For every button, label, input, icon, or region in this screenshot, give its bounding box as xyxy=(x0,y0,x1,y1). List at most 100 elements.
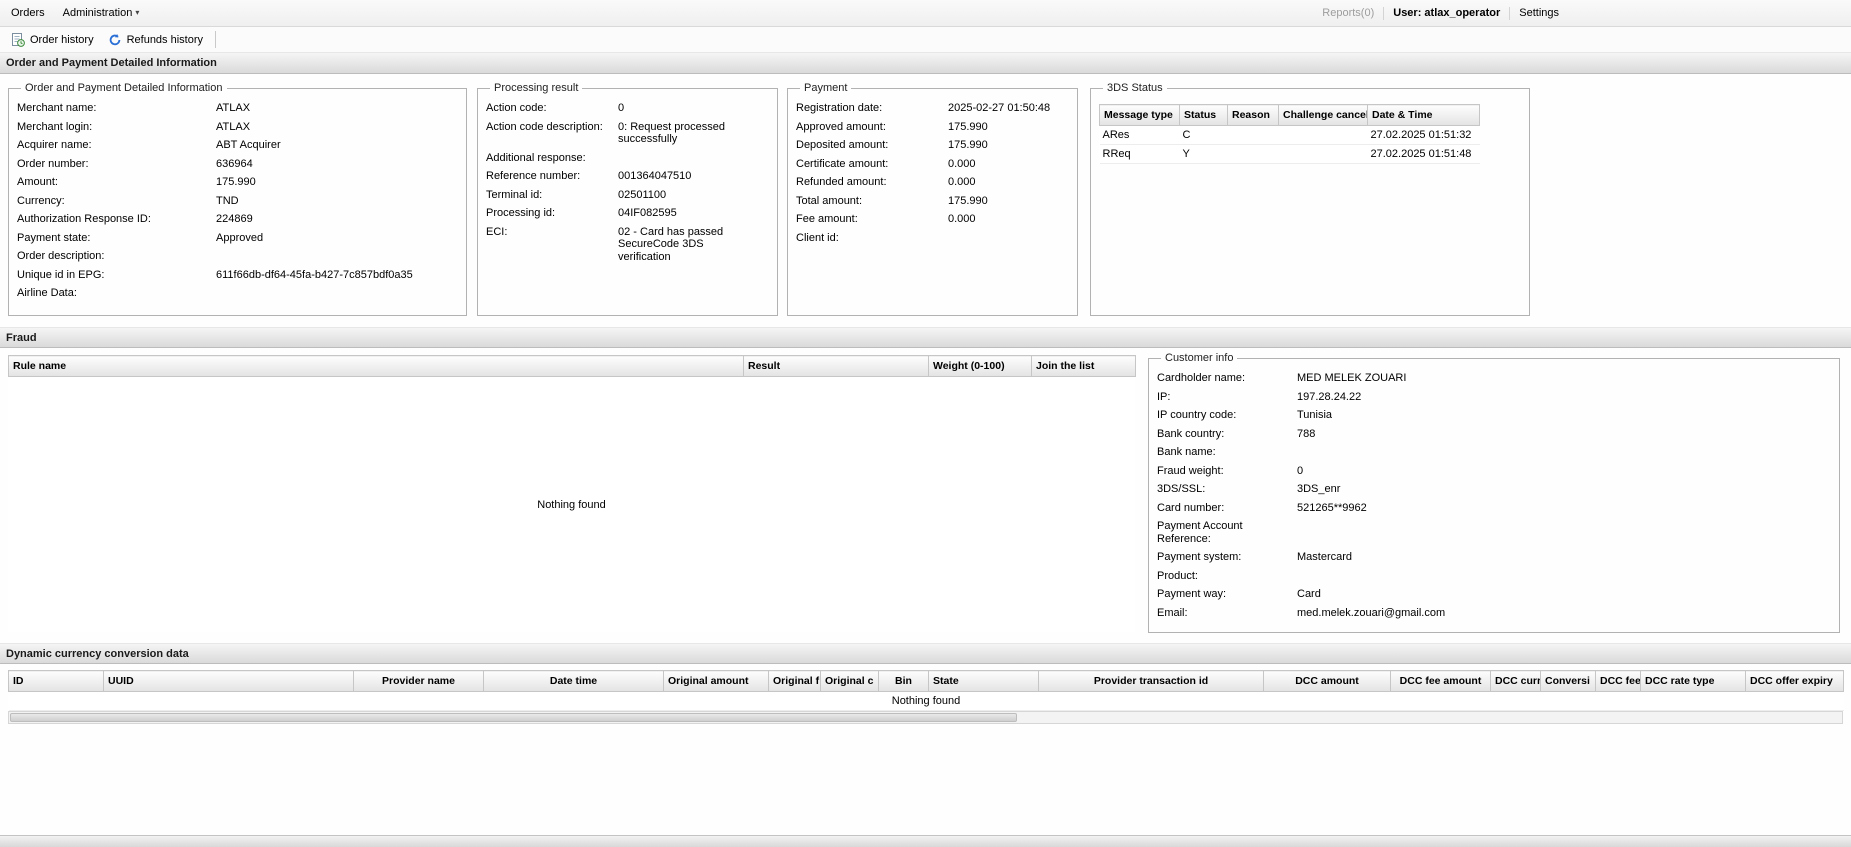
field-value: Tunisia xyxy=(1297,409,1831,422)
customer-info-legend: Customer info xyxy=(1161,352,1237,364)
menu-reports[interactable]: Reports(0) xyxy=(1313,0,1383,26)
field-row: Refunded amount:0.000 xyxy=(796,176,1069,189)
field-row: Payment way:Card xyxy=(1157,588,1831,601)
column-header-original-fee[interactable]: Original f xyxy=(769,671,821,692)
column-header-conversion-rate[interactable]: Conversi xyxy=(1541,671,1596,692)
fraud-region: Rule name Result Weight (0-100) Join the… xyxy=(0,348,1851,643)
menu-administration-label: Administration xyxy=(63,7,133,19)
column-header-result[interactable]: Result xyxy=(744,356,929,377)
column-header-status[interactable]: Status xyxy=(1180,105,1228,126)
order-history-label: Order history xyxy=(30,34,94,46)
column-header-rule-name[interactable]: Rule name xyxy=(9,356,744,377)
field-label: Order description: xyxy=(17,250,216,263)
field-value: ABT Acquirer xyxy=(216,139,458,152)
column-header-message-type[interactable]: Message type xyxy=(1100,105,1180,126)
menu-orders[interactable]: Orders xyxy=(2,0,54,26)
field-row: Approved amount:175.990 xyxy=(796,121,1069,134)
field-value xyxy=(948,232,1069,245)
column-header-reason[interactable]: Reason xyxy=(1228,105,1279,126)
field-value: ATLAX xyxy=(216,121,458,134)
cell-challenge-cancel xyxy=(1279,145,1368,164)
column-header-weight[interactable]: Weight (0-100) xyxy=(929,356,1032,377)
field-value: 04IF082595 xyxy=(618,207,732,220)
field-label: Registration date: xyxy=(796,102,948,115)
order-history-button[interactable]: Order history xyxy=(4,31,101,49)
payment-legend: Payment xyxy=(800,82,851,94)
field-label: Merchant name: xyxy=(17,102,216,115)
column-header-date-time[interactable]: Date & Time xyxy=(1368,105,1480,126)
field-value xyxy=(1297,446,1831,459)
field-row: Bank name: xyxy=(1157,446,1831,459)
field-row: ECI:02 - Card has passed SecureCode 3DS … xyxy=(486,226,769,264)
table-row[interactable]: RReq Y 27.02.2025 01:51:48 xyxy=(1100,145,1480,164)
field-row: Action code description:0: Request proce… xyxy=(486,121,769,146)
field-row: Deposited amount:175.990 xyxy=(796,139,1069,152)
field-row: Merchant login:ATLAX xyxy=(17,121,458,134)
field-label: Amount: xyxy=(17,176,216,189)
horizontal-scrollbar[interactable] xyxy=(8,711,1843,724)
field-row: Bank country:788 xyxy=(1157,428,1831,441)
cell-message-type: ARes xyxy=(1100,126,1180,145)
field-value: 175.990 xyxy=(948,139,1069,152)
field-label: Payment state: xyxy=(17,232,216,245)
menu-settings[interactable]: Settings xyxy=(1510,0,1568,26)
field-row: Registration date:2025-02-27 01:50:48 xyxy=(796,102,1069,115)
column-header-challenge-cancel[interactable]: Challenge cancel xyxy=(1279,105,1368,126)
column-header-bin[interactable]: Bin xyxy=(879,671,929,692)
menu-administration[interactable]: Administration▾ xyxy=(54,0,149,26)
field-label: Processing id: xyxy=(486,207,618,220)
column-header-dcc-offer-expiry[interactable]: DCC offer expiry xyxy=(1746,671,1844,692)
scrollbar-thumb[interactable] xyxy=(10,713,1017,722)
field-value: 175.990 xyxy=(948,195,1069,208)
refunds-history-icon xyxy=(108,33,122,47)
field-label: Currency: xyxy=(17,195,216,208)
order-info-fieldset: Order and Payment Detailed Information M… xyxy=(8,82,467,316)
refunds-history-button[interactable]: Refunds history xyxy=(101,31,210,49)
column-header-join-the-list[interactable]: Join the list xyxy=(1032,356,1136,377)
menubar-right-group: Reports(0) User: atlax_operator Settings xyxy=(1313,0,1568,26)
refunds-history-label: Refunds history xyxy=(127,34,203,46)
column-header-uuid[interactable]: UUID xyxy=(104,671,354,692)
field-label: Deposited amount: xyxy=(796,139,948,152)
field-row: 3DS/SSL:3DS_enr xyxy=(1157,483,1831,496)
field-value: Mastercard xyxy=(1297,551,1831,564)
field-label: Fraud weight: xyxy=(1157,465,1297,478)
field-row: Client id: xyxy=(796,232,1069,245)
field-row: Action code:0 xyxy=(486,102,769,115)
column-header-provider-transaction-id[interactable]: Provider transaction id xyxy=(1039,671,1264,692)
details-panels: Order and Payment Detailed Information M… xyxy=(0,74,1851,327)
field-label: Refunded amount: xyxy=(796,176,948,189)
dcc-section-bar: Dynamic currency conversion data xyxy=(0,643,1851,664)
column-header-dcc-amount[interactable]: DCC amount xyxy=(1264,671,1391,692)
field-row: Total amount:175.990 xyxy=(796,195,1069,208)
column-header-id[interactable]: ID xyxy=(9,671,104,692)
column-header-dcc-currency[interactable]: DCC curr xyxy=(1491,671,1541,692)
processing-result-fieldset: Processing result Action code:0 Action c… xyxy=(477,82,778,316)
user-label: User: atlax_operator xyxy=(1384,0,1509,26)
field-value: 175.990 xyxy=(216,176,458,189)
field-value xyxy=(1297,570,1831,583)
field-row: Unique id in EPG:611f66db-df64-45fa-b427… xyxy=(17,269,458,282)
column-header-original-currency[interactable]: Original c xyxy=(821,671,879,692)
field-value: 02 - Card has passed SecureCode 3DS veri… xyxy=(618,226,732,264)
field-row: IP country code:Tunisia xyxy=(1157,409,1831,422)
dcc-header-row: ID UUID Provider name Date time Original… xyxy=(9,671,1844,692)
tds-header-row: Message type Status Reason Challenge can… xyxy=(1100,105,1480,126)
column-header-dcc-fee[interactable]: DCC fee xyxy=(1596,671,1641,692)
toolbar-divider xyxy=(215,31,216,48)
field-value: MED MELEK ZOUARI xyxy=(1297,372,1831,385)
column-header-provider-name[interactable]: Provider name xyxy=(354,671,484,692)
field-row: Certificate amount:0.000 xyxy=(796,158,1069,171)
field-label: Additional response: xyxy=(486,152,618,165)
column-header-state[interactable]: State xyxy=(929,671,1039,692)
column-header-dcc-rate-type[interactable]: DCC rate type xyxy=(1641,671,1746,692)
field-value: 224869 xyxy=(216,213,458,226)
column-header-dcc-fee-amount[interactable]: DCC fee amount xyxy=(1391,671,1491,692)
column-header-original-amount[interactable]: Original amount xyxy=(664,671,769,692)
fraud-header-row: Rule name Result Weight (0-100) Join the… xyxy=(9,356,1136,377)
app-window: Orders Administration▾ Reports(0) User: … xyxy=(0,0,1851,847)
table-row[interactable]: ARes C 27.02.2025 01:51:32 xyxy=(1100,126,1480,145)
field-row: Email:med.melek.zouari@gmail.com xyxy=(1157,607,1831,620)
field-row: Payment Account Reference: xyxy=(1157,520,1831,545)
column-header-date-time[interactable]: Date time xyxy=(484,671,664,692)
